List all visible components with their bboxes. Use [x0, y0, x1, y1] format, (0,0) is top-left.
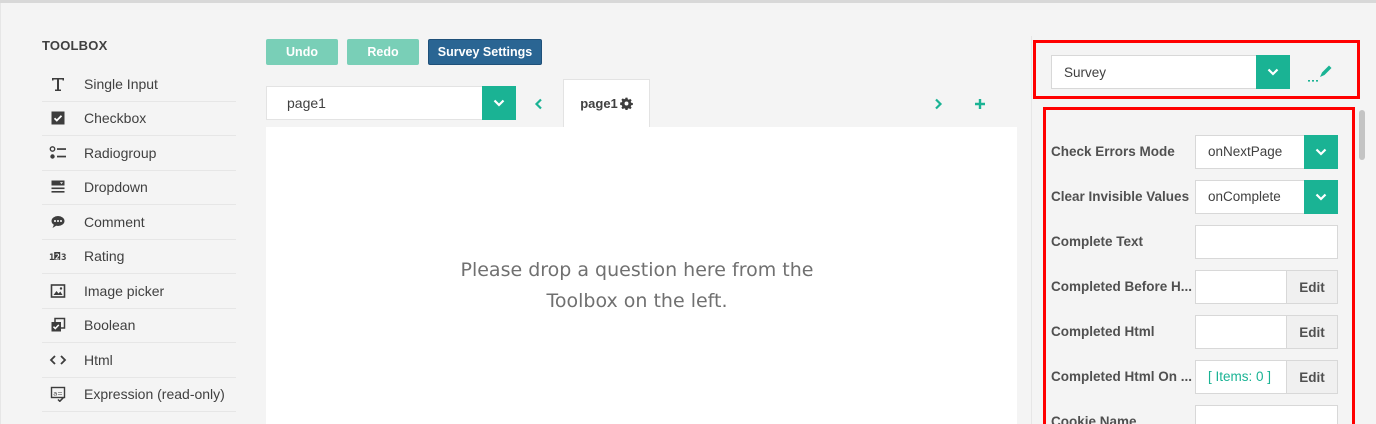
toolbox-item-html[interactable]: Html: [42, 343, 236, 378]
expression-icon: a=: [42, 384, 74, 404]
toolbox-item-label: Image picker: [84, 282, 165, 299]
chevron-left-icon: [534, 98, 542, 110]
chevron-right-icon: [934, 98, 942, 110]
toolbox-item-checkbox[interactable]: Checkbox: [42, 102, 236, 136]
page-prev-button[interactable]: [530, 94, 546, 114]
highlight-object-selector: [1033, 40, 1360, 99]
toolbox-item-boolean[interactable]: Boolean: [42, 309, 236, 343]
drop-placeholder-line: Toolbox on the left.: [546, 290, 728, 312]
toolbox-item-label: Checkbox: [84, 110, 147, 127]
design-surface[interactable]: Please drop a question here from the Too…: [266, 127, 1017, 424]
survey-settings-button[interactable]: Survey Settings: [428, 39, 542, 65]
drop-placeholder: Please drop a question here from the Too…: [416, 255, 858, 317]
toolbox-item-radiogroup[interactable]: Radiogroup: [42, 136, 236, 171]
html-icon: [42, 350, 74, 370]
page-dropdown-button[interactable]: [482, 86, 516, 120]
toolbox-item-rating[interactable]: 123 Rating: [42, 240, 236, 274]
gear-icon[interactable]: [619, 97, 633, 110]
page-selector-value: page1: [287, 95, 326, 111]
toolbox-title: TOOLBOX: [42, 38, 108, 53]
plus-icon: [975, 99, 985, 109]
toolbox-item-label: Rating: [84, 248, 125, 265]
undo-button[interactable]: Undo: [266, 39, 338, 65]
comment-icon: [42, 212, 74, 232]
toolbox-item-expression[interactable]: a= Expression (read-only): [42, 378, 236, 412]
toolbox-item-label: Expression (read-only): [84, 386, 225, 403]
redo-button[interactable]: Redo: [347, 39, 419, 65]
svg-text:3: 3: [61, 253, 66, 262]
property-scrollbar-thumb[interactable]: [1359, 110, 1365, 160]
page-tab-label: page1: [580, 96, 618, 111]
toolbox-item-dropdown[interactable]: Dropdown: [42, 171, 236, 205]
radiogroup-icon: [42, 143, 74, 163]
checkbox-icon: [42, 108, 74, 128]
toolbox-item-label: Dropdown: [84, 179, 148, 196]
svg-text:a=: a=: [53, 390, 62, 398]
toolbox-item-label: Radiogroup: [84, 144, 157, 161]
toolbox-item-image-picker[interactable]: Image picker: [42, 274, 236, 309]
image-picker-icon: [42, 281, 74, 301]
toolbox-item-comment[interactable]: Comment: [42, 205, 236, 240]
toolbox-item-single-input[interactable]: Single Input: [42, 67, 236, 102]
toolbox-item-label: Boolean: [84, 317, 136, 334]
tab-page1[interactable]: page1: [563, 79, 650, 127]
rating-icon: 123: [42, 246, 74, 266]
highlight-property-grid: [1043, 107, 1355, 424]
page-next-button[interactable]: [930, 94, 946, 114]
drop-placeholder-line: Please drop a question here from the: [460, 259, 814, 281]
svg-text:1: 1: [49, 253, 54, 262]
page-selector[interactable]: page1: [266, 86, 516, 120]
toolbox-item-label: Single Input: [84, 75, 158, 92]
dropdown-icon: [42, 177, 74, 197]
boolean-icon: [42, 315, 74, 335]
toolbox-item-label: Comment: [84, 213, 145, 230]
svg-text:2: 2: [55, 253, 60, 262]
add-page-button[interactable]: [972, 94, 988, 114]
toolbox-item-label: Html: [84, 351, 113, 368]
text-input-icon: [42, 74, 74, 94]
toolbox: TOOLBOX Single Input Checkbox Radiogroup…: [42, 38, 236, 412]
chevron-down-icon: [493, 99, 505, 107]
